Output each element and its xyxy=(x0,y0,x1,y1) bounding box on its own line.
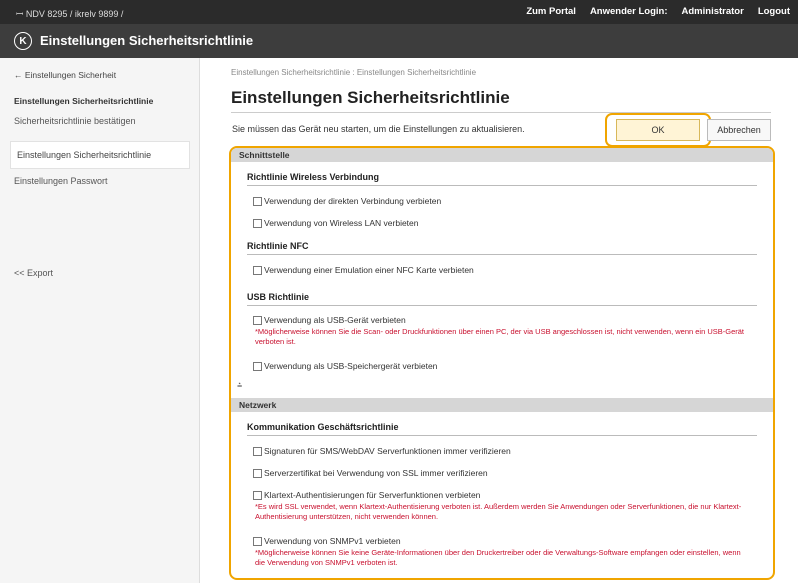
sidebar-heading: Einstellungen Sicherheitsrichtlinie xyxy=(14,96,154,106)
group-divider xyxy=(247,435,757,436)
device-name: ꟷ NDV 8295 / ikrelv 9899 / xyxy=(16,9,124,19)
option-prohibit-cleartext-auth[interactable]: Klartext-Authentisierungen für Serverfun… xyxy=(253,490,480,500)
top-bar: ꟷ NDV 8295 / ikrelv 9899 / Zum Portal An… xyxy=(0,0,798,24)
breadcrumb: Einstellungen Sicherheitsrichtlinie : Ei… xyxy=(231,68,477,77)
option-prohibit-nfc-emulation[interactable]: Verwendung einer Emulation einer NFC Kar… xyxy=(253,265,474,275)
checkbox[interactable] xyxy=(253,218,262,228)
settings-panel: Schnittstelle Richtlinie Wireless Verbin… xyxy=(229,146,775,580)
sidebar-back-link[interactable]: ← Einstellungen Sicherheit xyxy=(14,70,116,80)
section-header-network: Netzwerk xyxy=(231,398,773,412)
checkbox[interactable] xyxy=(253,361,262,371)
cleartext-auth-note: *Es wird SSL verwendet, wenn Klartext-Au… xyxy=(255,502,742,521)
sidebar: ← Einstellungen Sicherheit Einstellungen… xyxy=(0,58,200,583)
group-title-communication: Kommunikation Geschäftsrichtlinie xyxy=(247,422,399,432)
option-label: Verwendung einer Emulation einer NFC Kar… xyxy=(264,265,474,275)
collapse-icon[interactable]: ⩮ xyxy=(237,380,242,391)
option-verify-sms-webdav-signatures[interactable]: Signaturen für SMS/WebDAV Serverfunktion… xyxy=(253,446,511,456)
option-label: Verwendung als USB-Speichergerät verbiet… xyxy=(264,361,438,371)
group-title-wireless: Richtlinie Wireless Verbindung xyxy=(247,172,379,182)
sidebar-item-password-settings[interactable]: Einstellungen Passwort xyxy=(14,176,190,186)
section-header-interface: Schnittstelle xyxy=(231,148,773,162)
option-prohibit-direct-connection[interactable]: Verwendung der direkten Verbindung verbi… xyxy=(253,196,441,206)
app-title: Einstellungen Sicherheitsrichtlinie xyxy=(40,33,254,48)
option-prohibit-snmpv1[interactable]: Verwendung von SNMPv1 verbieten xyxy=(253,536,401,546)
top-links: Zum Portal Anwender Login: Administrator… xyxy=(526,6,790,17)
login-label: Anwender Login: xyxy=(589,6,668,17)
option-label: Verwendung der direkten Verbindung verbi… xyxy=(264,196,442,206)
logout-link[interactable]: Logout xyxy=(758,6,790,17)
group-title-usb: USB Richtlinie xyxy=(247,292,310,302)
main-content: Einstellungen Sicherheitsrichtlinie : Ei… xyxy=(200,58,798,583)
checkbox[interactable] xyxy=(253,315,262,325)
checkbox[interactable] xyxy=(253,196,262,206)
option-prohibit-wireless-lan[interactable]: Verwendung von Wireless LAN verbieten xyxy=(253,218,419,228)
group-title-nfc: Richtlinie NFC xyxy=(247,241,309,251)
option-prohibit-usb-device[interactable]: Verwendung als USB-Gerät verbieten xyxy=(253,315,406,325)
group-divider xyxy=(247,254,757,255)
checkbox[interactable] xyxy=(253,446,262,456)
ok-button[interactable]: OK xyxy=(616,119,700,141)
cancel-button[interactable]: Abbrechen xyxy=(707,119,771,141)
option-verify-ssl-certificate[interactable]: Serverzertifikat bei Verwendung von SSL … xyxy=(253,468,488,478)
sidebar-item-policy-settings[interactable]: Einstellungen Sicherheitsrichtlinie xyxy=(10,141,190,169)
sidebar-item-confirm-policy[interactable]: Sicherheitsrichtlinie bestätigen xyxy=(14,116,190,126)
option-label: Serverzertifikat bei Verwendung von SSL … xyxy=(264,468,488,478)
group-divider xyxy=(247,185,757,186)
restart-notice: Sie müssen das Gerät neu starten, um die… xyxy=(232,124,525,134)
title-bar: K Einstellungen Sicherheitsrichtlinie xyxy=(0,24,798,58)
checkbox[interactable] xyxy=(253,490,262,500)
option-label: Verwendung als USB-Gerät verbieten xyxy=(264,315,406,325)
checkbox[interactable] xyxy=(253,536,262,546)
checkbox[interactable] xyxy=(253,265,262,275)
snmpv1-note: *Möglicherweise können Sie keine Geräte-… xyxy=(255,548,741,567)
option-prohibit-usb-storage[interactable]: Verwendung als USB-Speichergerät verbiet… xyxy=(253,361,437,371)
page-title: Einstellungen Sicherheitsrichtlinie xyxy=(231,88,510,107)
checkbox[interactable] xyxy=(253,468,262,478)
sidebar-export-link[interactable]: << Export xyxy=(14,268,53,278)
option-label: Verwendung von Wireless LAN verbieten xyxy=(264,218,419,228)
user-name: Administrator xyxy=(681,6,744,17)
option-label: Klartext-Authentisierungen für Serverfun… xyxy=(264,490,481,500)
usb-device-note: *Möglicherweise können Sie die Scan- ode… xyxy=(255,327,745,346)
portal-link[interactable]: Zum Portal xyxy=(526,6,576,17)
group-divider xyxy=(247,305,757,306)
option-label: Verwendung von SNMPv1 verbieten xyxy=(264,536,401,546)
option-label: Signaturen für SMS/WebDAV Serverfunktion… xyxy=(264,446,511,456)
app-logo-icon: K xyxy=(14,32,32,50)
